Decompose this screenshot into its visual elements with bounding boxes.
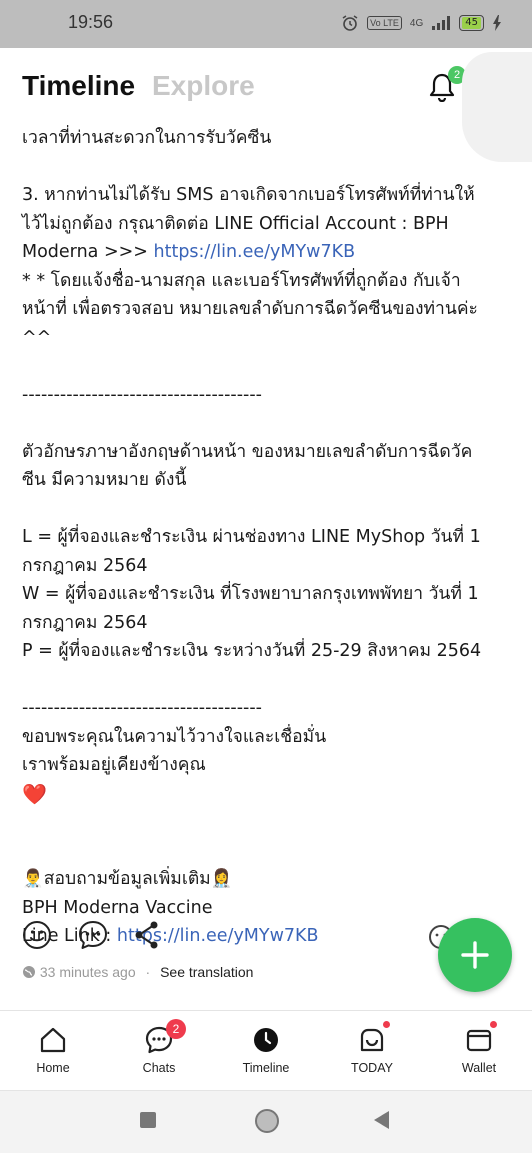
post-line: ซีน มีความหมาย ดังนี้ [22, 470, 187, 490]
alarm-icon [342, 15, 358, 31]
recents-button[interactable] [140, 1112, 156, 1128]
post-line: L = ผู้ที่จองและชำระเงิน ผ่านช่องทาง LIN… [22, 527, 481, 547]
post-line: ตัวอักษรภาษาอังกฤษด้านหน้า ของหมายเลขลำด… [22, 441, 473, 462]
home-button[interactable] [255, 1109, 279, 1133]
nav-label: Timeline [242, 1061, 290, 1075]
chats-badge: 2 [166, 1019, 186, 1039]
nav-home[interactable]: Home [13, 1025, 93, 1075]
post-line [22, 837, 512, 866]
nav-today[interactable]: TODAY [332, 1021, 412, 1075]
post-line [22, 666, 512, 695]
post-line: W = ผู้ที่จองและชำระเงิน ที่โรงพยาบาลกรุ… [22, 584, 479, 604]
meta-separator: · [145, 964, 151, 980]
wallet-icon [466, 1029, 492, 1052]
post-line [22, 352, 512, 381]
nav-timeline[interactable]: Timeline [226, 1025, 306, 1075]
post-line: หน้าที่ เพื่อตรวจสอบ หมายเลขลำดับการฉีดว… [22, 299, 478, 319]
battery-level: 45 [462, 17, 481, 29]
post-line: กรกฎาคม 2564 [22, 555, 148, 576]
nav-label: Home [36, 1061, 70, 1075]
post-line: ขอบพระคุณในความไว้วางใจและเชื่อมั่น [22, 726, 327, 747]
tab-explore[interactable]: Explore [152, 70, 255, 102]
timeline-header: Timeline Explore 2 [0, 48, 532, 128]
post-separator: -------------------------------------- [22, 698, 262, 718]
post-line: Moderna >>> [22, 242, 154, 262]
tab-timeline[interactable]: Timeline [22, 70, 135, 102]
post-line: กรกฎาคม 2564 [22, 612, 148, 633]
comment-icon[interactable] [76, 918, 110, 952]
heart-icon: ❤️ [22, 781, 47, 806]
post-line [22, 495, 512, 524]
like-smiley-icon[interactable] [20, 918, 54, 952]
today-dot [383, 1021, 390, 1028]
network-label: 4G [409, 17, 424, 29]
status-time: 19:56 [68, 12, 114, 32]
signal-icon [432, 16, 451, 30]
back-button[interactable] [374, 1111, 389, 1129]
line-official-link[interactable]: https://lin.ee/yMYw7KB [154, 242, 356, 262]
nav-wallet[interactable]: Wallet [439, 1021, 519, 1075]
post-line: ^^ [22, 327, 52, 348]
post-line: เราพร้อมอยู่เคียงข้างคุณ [22, 755, 206, 775]
battery-icon: 45 [459, 15, 484, 31]
post-line [22, 153, 512, 182]
post-line [22, 808, 512, 837]
post-line-with-link: Moderna >>> https://lin.ee/yMYw7KB [22, 238, 512, 267]
post-line: ไว้ไม่ถูกต้อง กรุณาติดต่อ LINE Official … [22, 213, 449, 234]
wallet-dot [490, 1021, 497, 1028]
status-bar: 19:56 Vo LTE 4G 45 [0, 0, 532, 48]
post-body: เวลาที่ท่านสะดวกในการรับวัคซีน 3. หากท่า… [22, 124, 512, 951]
post-line: 3. หากท่านไม่ได้รับ SMS อาจเกิดจากเบอร์โ… [22, 185, 475, 205]
post-line: P = ผู้ที่จองและชำระเงิน ระหว่างวันที่ 2… [22, 641, 482, 661]
post-line: * * โดยแจ้งชื่อ-นามสกุล และเบอร์โทรศัพท์… [22, 270, 461, 291]
nav-label: Wallet [461, 1061, 497, 1075]
nav-label: TODAY [351, 1061, 393, 1075]
nav-chats[interactable]: 2 Chats [119, 1019, 199, 1075]
status-icons: Vo LTE 4G 45 [341, 14, 502, 32]
post-meta: 33 minutes ago · See translation [22, 964, 253, 980]
create-post-button[interactable] [438, 918, 512, 992]
post-time-ago: 33 minutes ago [39, 964, 136, 980]
globe-icon [23, 966, 35, 978]
bottom-nav: Home 2 Chats Timeline TODAY Wallet [0, 1011, 532, 1087]
volte-label: Vo LTE [367, 16, 402, 30]
plus-icon [461, 941, 489, 969]
post-line: เวลาที่ท่านสะดวกในการรับวัคซีน [22, 128, 272, 148]
home-icon [40, 1027, 66, 1053]
system-nav-bar [0, 1090, 532, 1153]
nav-label: Chats [142, 1061, 176, 1075]
lightning-icon [493, 15, 501, 31]
today-icon [360, 1028, 384, 1052]
post-line [22, 409, 512, 438]
post-separator: -------------------------------------- [22, 384, 262, 405]
see-translation-link[interactable]: See translation [160, 964, 253, 980]
post-line: 👨‍⚕️สอบถามข้อมูลเพิ่มเติม👩‍⚕️ [22, 869, 233, 889]
share-icon[interactable] [130, 918, 164, 952]
timeline-clock-icon [254, 1028, 278, 1052]
